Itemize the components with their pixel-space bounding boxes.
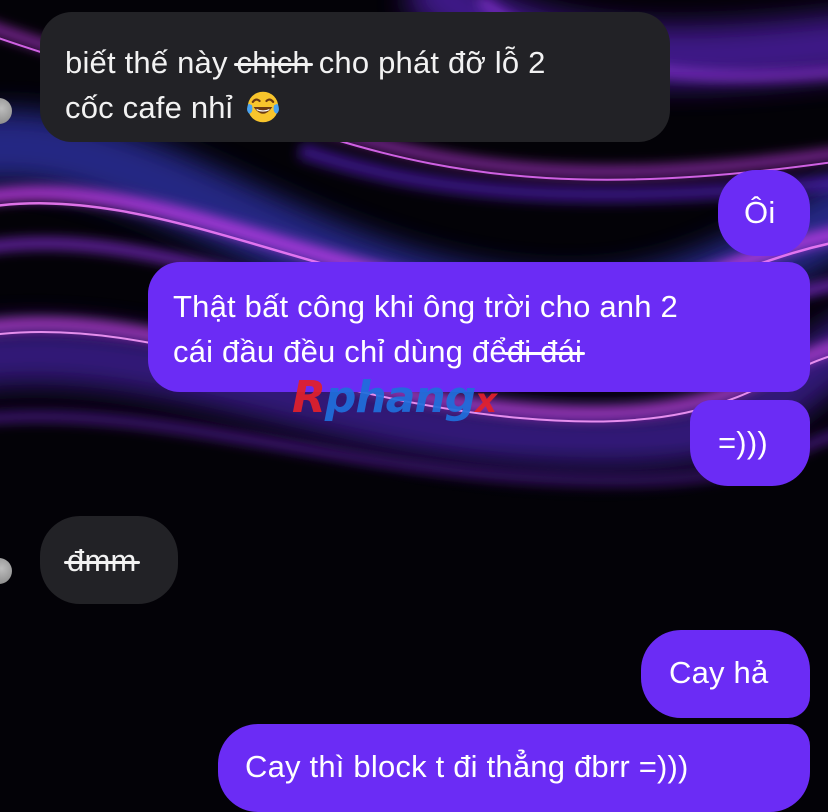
laughing-tears-emoji-icon [246,91,279,123]
outgoing-message-bubble[interactable]: Cay hả [641,630,810,718]
watermark-logo: Rphangx [292,372,497,423]
message-text: Cay hả [669,655,769,690]
message-text: cốc cafe nhỉ [65,90,233,125]
message-line: biết thế này chịch cho phát đỡ lỗ 2 [65,40,670,85]
message-text: Cay thì block t đi thẳng đbrr =))) [245,749,689,784]
struck-text: đi đái [503,329,586,374]
message-text: cái đầu đều chỉ dùng để [173,334,507,369]
message-text: =))) [718,425,768,460]
message-text: Ôi [744,195,776,230]
message-text: Thật bất công khi ông trời cho anh 2 [173,289,678,324]
incoming-message-bubble[interactable]: đmm [40,516,178,604]
struck-text: đmm [64,538,139,583]
struck-text: chịch [233,40,314,85]
outgoing-message-bubble[interactable]: =))) [690,400,810,486]
outgoing-message-bubble[interactable]: Ôi [718,170,810,256]
message-text: biết thế này [65,45,237,80]
incoming-message-bubble[interactable]: biết thế này chịch cho phát đỡ lỗ 2 cốc … [40,12,670,142]
message-text: cho phát đỡ lỗ 2 [309,45,546,80]
message-line: cốc cafe nhỉ [65,85,670,130]
message-line: cái đầu đều chỉ dùng để đi đái [173,329,810,374]
outgoing-message-bubble[interactable]: Cay thì block t đi thẳng đbrr =))) [218,724,810,812]
